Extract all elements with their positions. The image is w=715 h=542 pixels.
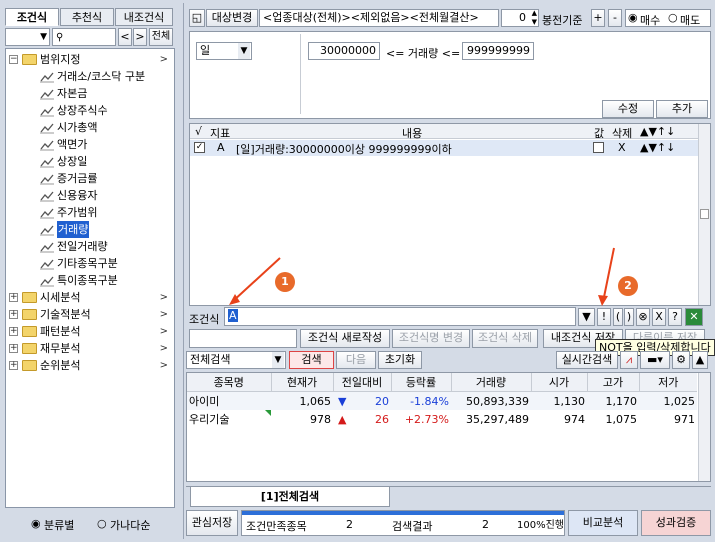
annotation-2: 2 [618, 276, 638, 296]
annotation-arrows [229, 247, 615, 306]
annotation-1: 1 [275, 272, 295, 292]
